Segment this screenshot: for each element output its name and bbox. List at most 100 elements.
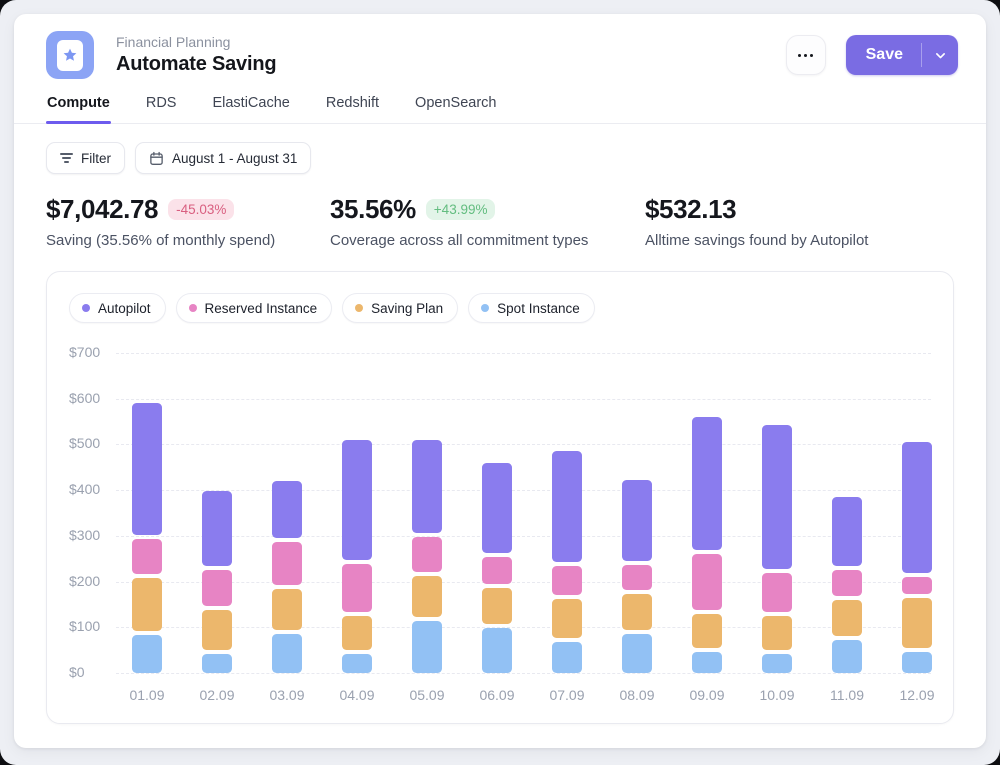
legend-chip-saving-plan[interactable]: Saving Plan xyxy=(342,293,458,323)
legend-label: Autopilot xyxy=(98,301,151,316)
bar-segment-saving-plan-02-09 xyxy=(202,610,232,650)
save-menu-button[interactable] xyxy=(922,35,958,75)
x-axis-tick-label: 01.09 xyxy=(112,687,182,703)
bar-segment-spot-instance-09-09 xyxy=(692,652,722,673)
legend-chip-spot-instance[interactable]: Spot Instance xyxy=(468,293,595,323)
bar-segment-reserved-instance-08-09 xyxy=(622,565,652,589)
filter-icon xyxy=(60,153,73,163)
legend-label: Spot Instance xyxy=(497,301,580,316)
y-axis-tick-label: $100 xyxy=(69,618,107,634)
bar-segment-reserved-instance-05-09 xyxy=(412,537,442,572)
kpi-2: 35.56%+43.99%Coverage across all commitm… xyxy=(330,194,645,249)
bar-segment-saving-plan-07-09 xyxy=(552,599,582,639)
bar-segment-saving-plan-01-09 xyxy=(132,578,162,631)
x-axis-tick-label: 12.09 xyxy=(882,687,952,703)
x-axis-tick-label: 06.09 xyxy=(462,687,532,703)
kpi-value: $7,042.78 xyxy=(46,194,158,225)
header-actions: Save xyxy=(786,35,958,75)
chart-card: Autopilot Reserved Instance Saving Plan Spo… xyxy=(46,271,954,724)
bar-segment-autopilot-05-09 xyxy=(412,440,442,533)
x-axis-tick-label: 04.09 xyxy=(322,687,392,703)
x-axis-tick-label: 05.09 xyxy=(392,687,462,703)
gridline xyxy=(116,353,931,354)
kpi-value: 35.56% xyxy=(330,194,416,225)
kpi-row: $7,042.78-45.03%Saving (35.56% of monthl… xyxy=(46,194,954,249)
ellipsis-icon xyxy=(798,54,801,57)
bar-segment-spot-instance-01-09 xyxy=(132,635,162,673)
x-axis-tick-label: 09.09 xyxy=(672,687,742,703)
bar-segment-reserved-instance-12-09 xyxy=(902,577,932,593)
bar-segment-spot-instance-05-09 xyxy=(412,621,442,673)
save-split-button: Save xyxy=(846,35,958,75)
save-button[interactable]: Save xyxy=(846,35,921,75)
filter-button-label: Filter xyxy=(81,151,111,166)
date-range-button[interactable]: August 1 - August 31 xyxy=(135,142,311,174)
app-icon xyxy=(46,31,94,79)
bar-segment-reserved-instance-01-09 xyxy=(132,539,162,575)
bar-segment-autopilot-07-09 xyxy=(552,451,582,562)
bar-segment-reserved-instance-09-09 xyxy=(692,554,722,610)
tab-opensearch[interactable]: OpenSearch xyxy=(414,89,497,123)
kpi-value: $532.13 xyxy=(645,194,736,225)
x-axis-tick-label: 07.09 xyxy=(532,687,602,703)
calendar-icon xyxy=(149,151,164,166)
bar-segment-autopilot-01-09 xyxy=(132,403,162,535)
x-axis-tick-label: 02.09 xyxy=(182,687,252,703)
legend-label: Reserved Instance xyxy=(205,301,318,316)
bar-segment-saving-plan-10-09 xyxy=(762,616,792,650)
tab-compute[interactable]: Compute xyxy=(46,89,111,123)
bar-segment-saving-plan-09-09 xyxy=(692,614,722,648)
y-axis-tick-label: $600 xyxy=(69,390,107,406)
x-axis-tick-label: 10.09 xyxy=(742,687,812,703)
bar-segment-spot-instance-11-09 xyxy=(832,640,862,673)
bar-segment-autopilot-06-09 xyxy=(482,463,512,553)
legend-chip-autopilot[interactable]: Autopilot xyxy=(69,293,166,323)
y-axis-tick-label: $200 xyxy=(69,573,107,589)
legend-dot xyxy=(189,304,197,312)
tab-bar: Compute RDS ElastiCache Redshift OpenSearch xyxy=(14,89,986,124)
bar-segment-saving-plan-05-09 xyxy=(412,576,442,617)
tab-rds[interactable]: RDS xyxy=(145,89,178,123)
legend-dot xyxy=(355,304,363,312)
bar-segment-autopilot-03-09 xyxy=(272,481,302,538)
bar-segment-reserved-instance-04-09 xyxy=(342,564,372,612)
bar-segment-spot-instance-08-09 xyxy=(622,634,652,673)
y-axis-tick-label: $400 xyxy=(69,481,107,497)
kpi-label: Saving (35.56% of monthly spend) xyxy=(46,232,330,249)
legend-chip-reserved-instance[interactable]: Reserved Instance xyxy=(176,293,333,323)
gridline xyxy=(116,399,931,400)
gridline xyxy=(116,582,931,583)
more-button[interactable] xyxy=(786,35,826,75)
filter-button[interactable]: Filter xyxy=(46,142,125,174)
bar-segment-autopilot-04-09 xyxy=(342,440,372,560)
legend-dot xyxy=(481,304,489,312)
title-block: Financial Planning Automate Saving xyxy=(116,34,786,76)
bar-segment-reserved-instance-07-09 xyxy=(552,566,582,594)
toolbar: Filter August 1 - August 31 xyxy=(46,142,954,174)
bar-segment-autopilot-11-09 xyxy=(832,497,862,566)
bar-segment-spot-instance-07-09 xyxy=(552,642,582,673)
bar-segment-autopilot-09-09 xyxy=(692,417,722,550)
gridline xyxy=(116,444,931,445)
date-range-label: August 1 - August 31 xyxy=(172,151,297,166)
bar-segment-reserved-instance-10-09 xyxy=(762,573,792,612)
gridline xyxy=(116,673,931,674)
bar-segment-autopilot-10-09 xyxy=(762,425,792,569)
tab-redshift[interactable]: Redshift xyxy=(325,89,380,123)
bar-segment-saving-plan-04-09 xyxy=(342,616,372,650)
bar-segment-saving-plan-03-09 xyxy=(272,589,302,630)
kpi-label: Alltime savings found by Autopilot xyxy=(645,232,954,249)
tab-elasticache[interactable]: ElastiCache xyxy=(211,89,290,123)
chevron-down-icon xyxy=(934,49,947,62)
bar-segment-spot-instance-12-09 xyxy=(902,652,932,673)
chart-legend: Autopilot Reserved Instance Saving Plan Spo… xyxy=(69,293,931,323)
bar-segment-saving-plan-11-09 xyxy=(832,600,862,637)
main-panel: Financial Planning Automate Saving Save xyxy=(14,14,986,748)
kpi-3: $532.13 Alltime savings found by Autopilo… xyxy=(645,194,954,249)
x-axis-tick-label: 08.09 xyxy=(602,687,672,703)
bar-segment-spot-instance-04-09 xyxy=(342,654,372,673)
breadcrumb-category: Financial Planning xyxy=(116,34,786,50)
kpi-change-badge: +43.99% xyxy=(426,199,496,220)
gridline xyxy=(116,536,931,537)
bar-segment-spot-instance-03-09 xyxy=(272,634,302,673)
